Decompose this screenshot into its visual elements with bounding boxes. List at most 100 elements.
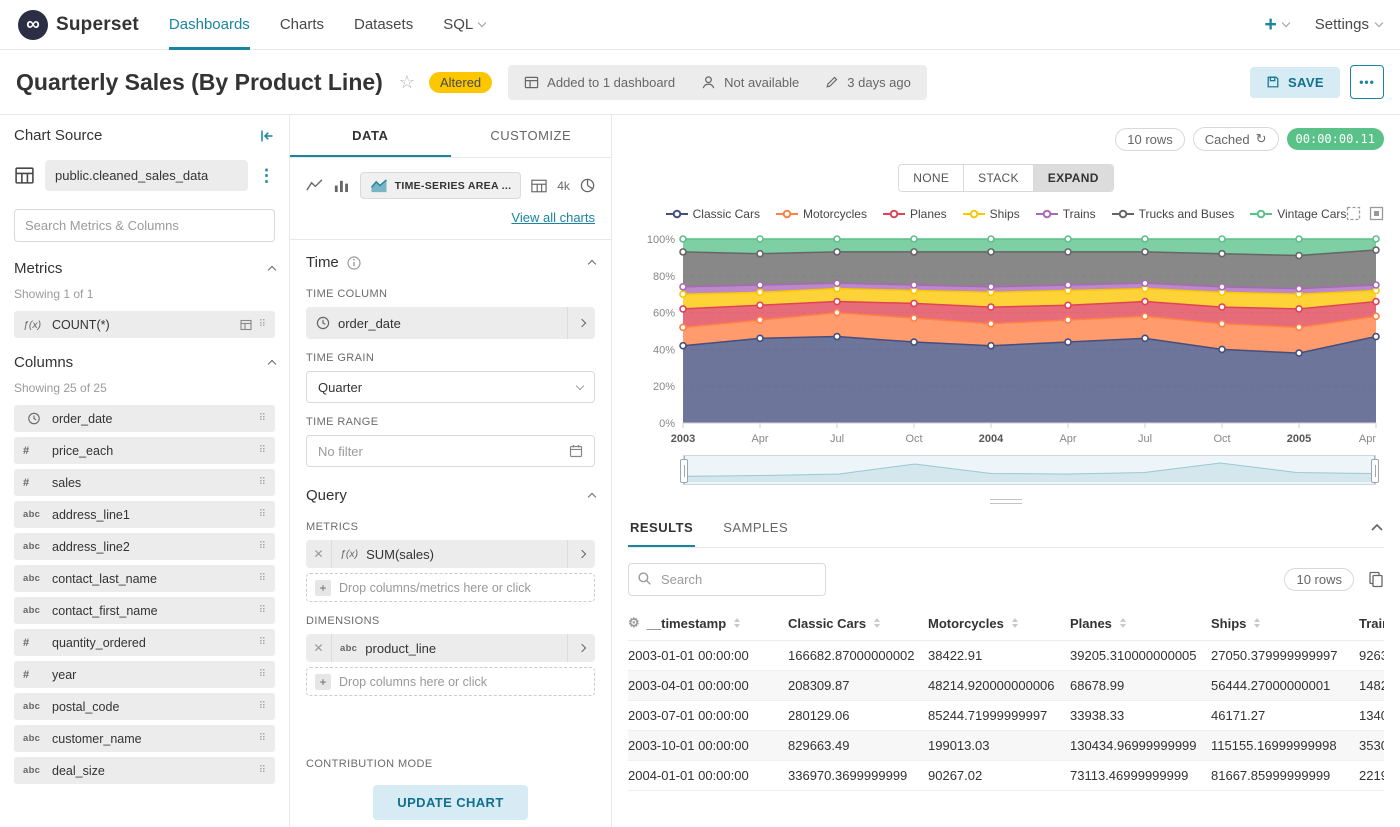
time-range-brush[interactable] [680, 455, 1379, 485]
column-item[interactable]: abc customer_name ⠿ [14, 725, 275, 752]
view-all-charts-link[interactable]: View all charts [511, 210, 595, 225]
bar-chart-icon[interactable] [333, 177, 350, 194]
column-item[interactable]: abc address_line2 ⠿ [14, 533, 275, 560]
settings-menu[interactable]: Settings [1315, 16, 1384, 33]
column-header[interactable]: ⚙ __timestamp [628, 608, 788, 641]
svg-text:40%: 40% [653, 344, 675, 356]
superset-logo[interactable]: ∞ Superset [18, 9, 139, 40]
dimensions-drop-zone[interactable]: + Drop columns here or click [306, 667, 595, 696]
stack-option-stack[interactable]: STACK [963, 165, 1033, 191]
dimension-pill[interactable]: ✕ abc product_line [306, 634, 595, 662]
column-item[interactable]: # sales ⠿ [14, 469, 275, 496]
column-item[interactable]: abc deal_size ⠿ [14, 757, 275, 784]
sort-carets-icon[interactable] [1011, 618, 1018, 628]
table-viz-icon[interactable] [531, 178, 547, 194]
column-header[interactable]: Classic Cars [788, 608, 928, 641]
zoom-reset-icon[interactable] [1369, 206, 1384, 221]
column-item[interactable]: # year ⠿ [14, 661, 275, 688]
legend-item[interactable]: Planes [882, 207, 947, 221]
collapse-results-icon[interactable] [1370, 519, 1384, 543]
time-column-field[interactable]: order_date [306, 307, 595, 339]
nav-sql[interactable]: SQL [443, 0, 487, 50]
line-chart-icon[interactable] [306, 177, 323, 194]
tab-samples[interactable]: SAMPLES [721, 514, 790, 547]
brush-selection[interactable] [684, 456, 1375, 484]
nav-dashboards[interactable]: Dashboards [168, 0, 250, 50]
legend-item[interactable]: Vintage Cars [1250, 207, 1346, 221]
chart-info-bar: Added to 1 dashboard Not available 3 day… [508, 64, 927, 100]
stack-option-none[interactable]: NONE [899, 165, 964, 191]
zoom-select-icon[interactable] [1346, 206, 1361, 221]
column-item[interactable]: abc postal_code ⠿ [14, 693, 275, 720]
text-type-icon: abc [23, 605, 41, 616]
results-table-container[interactable]: ⚙ __timestamp Classic Cars Motorcycles Plane… [628, 608, 1384, 827]
column-header[interactable]: Ships [1211, 608, 1359, 641]
copy-icon[interactable] [1368, 571, 1384, 588]
column-header[interactable]: Motorcycles [928, 608, 1070, 641]
time-section-header[interactable]: Time [306, 254, 597, 271]
sort-carets-icon[interactable] [1119, 618, 1126, 628]
added-to-dashboards[interactable]: Added to 1 dashboard [524, 75, 675, 90]
sort-carets-icon[interactable] [874, 618, 881, 628]
column-item[interactable]: # quantity_ordered ⠿ [14, 629, 275, 656]
metric-item[interactable]: ƒ(x) COUNT(*) ⠿ [14, 311, 275, 338]
cached-badge[interactable]: Cached ↻ [1192, 127, 1279, 151]
collapse-panel-icon[interactable] [259, 128, 275, 144]
favorite-star-icon[interactable]: ☆ [399, 72, 415, 93]
table-row[interactable]: 2003-04-01 00:00:00 208309.87 48214.920000… [628, 670, 1384, 701]
sort-carets-icon[interactable] [1254, 618, 1261, 628]
metrics-columns-search-input[interactable] [14, 209, 275, 242]
sort-carets-icon[interactable] [734, 618, 741, 628]
gear-icon[interactable]: ⚙ [628, 615, 640, 631]
dataset-options-icon[interactable]: ⋮ [258, 166, 275, 186]
table-row[interactable]: 2003-01-01 00:00:00 166682.87000000002 384… [628, 640, 1384, 671]
viz-type-selected[interactable]: TIME-SERIES AREA ... [359, 172, 522, 199]
tab-customize[interactable]: CUSTOMIZE [451, 115, 612, 157]
panel-resize-handle[interactable] [990, 499, 1022, 504]
legend-item[interactable]: Trucks and Buses [1111, 207, 1234, 221]
remove-metric-icon[interactable]: ✕ [306, 540, 332, 568]
nav-datasets[interactable]: Datasets [354, 0, 413, 50]
new-item-button[interactable]: + [1265, 14, 1291, 35]
columns-section-header[interactable]: Columns [14, 354, 277, 371]
save-button[interactable]: SAVE [1249, 66, 1340, 98]
stacked-area-chart[interactable]: 0% 20% 40% 60% 80% 100% 2003 Apr Jul Oct 2004 Apr Ju… [628, 227, 1383, 449]
tab-data[interactable]: DATA [290, 115, 451, 157]
query-section-header[interactable]: Query [306, 487, 597, 504]
time-range-field[interactable]: No filter [306, 435, 595, 467]
more-options-button[interactable]: ••• [1350, 65, 1384, 99]
stack-option-expand[interactable]: EXPAND [1032, 165, 1113, 191]
table-row[interactable]: 2004-01-01 00:00:00 336970.3699999999 9026… [628, 760, 1384, 791]
results-search-input[interactable] [628, 563, 826, 596]
drag-handle-icon: ⠿ [258, 669, 266, 680]
brush-handle-right[interactable] [1371, 459, 1379, 483]
column-item[interactable]: abc contact_first_name ⠿ [14, 597, 275, 624]
nav-charts[interactable]: Charts [280, 0, 324, 50]
table-row[interactable]: 2003-10-01 00:00:00 829663.49 199013.03 130… [628, 730, 1384, 761]
pie-chart-icon[interactable] [580, 177, 595, 194]
table-row[interactable]: 2003-07-01 00:00:00 280129.06 85244.719999… [628, 700, 1384, 731]
column-item[interactable]: abc contact_last_name ⠿ [14, 565, 275, 592]
metrics-section-header[interactable]: Metrics [14, 260, 277, 277]
columns-list: order_date ⠿ # price_each ⠿ # sales ⠿ abc address… [14, 405, 275, 784]
tab-results[interactable]: RESULTS [628, 514, 696, 547]
column-item[interactable]: order_date ⠿ [14, 405, 275, 432]
metric-pill[interactable]: ✕ ƒ(x) SUM(sales) [306, 540, 595, 568]
brush-handle-left[interactable] [680, 459, 688, 483]
column-header[interactable]: Trains [1359, 608, 1384, 641]
drag-handle-icon: ⠿ [258, 509, 266, 520]
legend-item[interactable]: Ships [962, 207, 1020, 221]
legend-item[interactable]: Trains [1035, 207, 1096, 221]
column-header[interactable]: Planes [1070, 608, 1211, 641]
remove-dimension-icon[interactable]: ✕ [306, 634, 332, 662]
column-item[interactable]: # price_each ⠿ [14, 437, 275, 464]
refresh-icon[interactable]: ↻ [1256, 131, 1267, 147]
chart-legend: Classic Cars Motorcycles Planes Ships Trains… [628, 205, 1384, 223]
time-grain-select[interactable]: Quarter [306, 371, 595, 403]
update-chart-button[interactable]: UPDATE CHART [373, 784, 528, 820]
legend-item[interactable]: Motorcycles [775, 207, 867, 221]
column-item[interactable]: abc address_line1 ⠿ [14, 501, 275, 528]
legend-item[interactable]: Classic Cars [665, 207, 760, 221]
dataset-name[interactable]: public.cleaned_sales_data [45, 160, 248, 191]
metrics-drop-zone[interactable]: + Drop columns/metrics here or click [306, 573, 595, 602]
